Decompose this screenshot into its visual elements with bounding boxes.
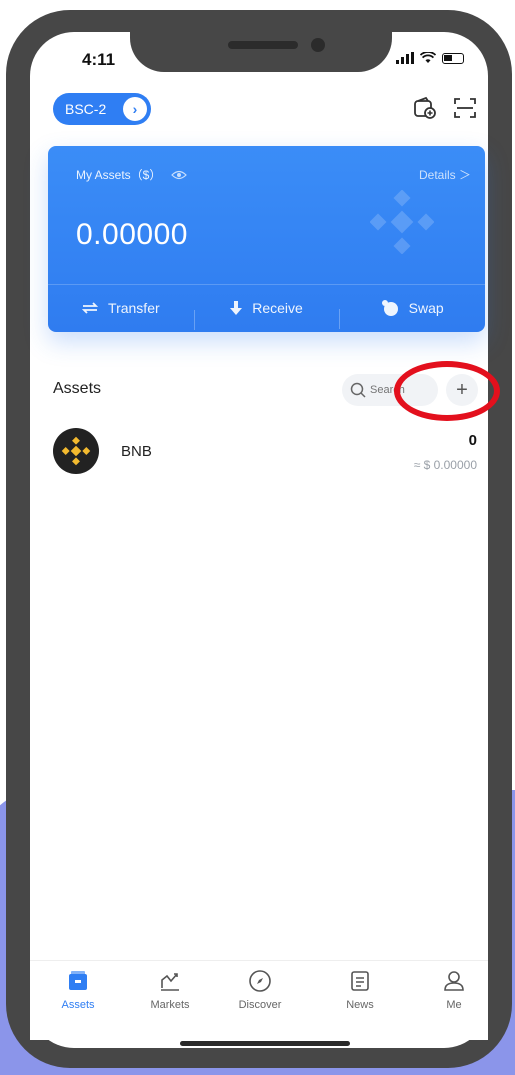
bnb-icon bbox=[61, 436, 91, 466]
network-selector[interactable]: BSC-2 › bbox=[53, 93, 151, 125]
compass-icon bbox=[249, 970, 271, 992]
eye-icon[interactable] bbox=[171, 170, 188, 180]
front-camera bbox=[311, 38, 325, 52]
news-icon bbox=[351, 971, 369, 991]
page-stage: 4:11 BSC-2 › My Assets（$） Details ＞ 0.00… bbox=[0, 0, 515, 1075]
nav-me-label: Me bbox=[446, 999, 462, 1011]
nav-assets-label: Assets bbox=[61, 999, 95, 1011]
token-balance: 0 bbox=[468, 432, 477, 449]
swap-icon bbox=[381, 300, 398, 316]
token-name: BNB bbox=[121, 443, 152, 460]
assets-card: My Assets（$） Details ＞ 0.00000 Transfer … bbox=[48, 146, 485, 332]
transfer-icon bbox=[82, 302, 99, 314]
scan-icon[interactable] bbox=[452, 95, 478, 121]
token-row-bnb[interactable]: BNB 0 ≈ $ 0.00000 bbox=[53, 428, 477, 478]
search-icon bbox=[350, 382, 366, 398]
nav-discover-label: Discover bbox=[238, 999, 282, 1011]
home-indicator bbox=[180, 1041, 350, 1046]
nav-assets[interactable]: Assets bbox=[38, 969, 118, 1011]
user-icon bbox=[444, 971, 464, 991]
receive-icon bbox=[230, 301, 243, 315]
wifi-icon bbox=[420, 52, 436, 63]
transfer-button[interactable]: Transfer bbox=[48, 300, 194, 316]
my-assets-label: My Assets（$） bbox=[76, 168, 162, 182]
transfer-label: Transfer bbox=[108, 300, 160, 316]
chart-icon bbox=[161, 973, 179, 991]
speaker-grille bbox=[228, 41, 298, 49]
swap-label: Swap bbox=[408, 300, 444, 316]
wallet-icon bbox=[69, 971, 87, 990]
nav-news-label: News bbox=[346, 999, 374, 1011]
swap-button[interactable]: Swap bbox=[339, 299, 485, 329]
signal-icon bbox=[396, 52, 414, 64]
nav-news[interactable]: News bbox=[320, 969, 400, 1011]
status-icons bbox=[396, 52, 464, 64]
card-actions: Transfer Receive Swap bbox=[48, 284, 485, 332]
assets-section-title: Assets bbox=[53, 380, 102, 397]
chevron-right-icon: › bbox=[123, 97, 147, 121]
nav-me[interactable]: Me bbox=[414, 969, 494, 1011]
total-balance: 0.00000 bbox=[76, 218, 188, 251]
status-time: 4:11 bbox=[82, 50, 116, 69]
details-link[interactable]: Details ＞ bbox=[419, 166, 471, 183]
bnb-watermark-icon bbox=[370, 190, 434, 254]
nav-markets[interactable]: Markets bbox=[130, 969, 210, 1011]
receive-label: Receive bbox=[252, 300, 303, 316]
nav-discover[interactable]: Discover bbox=[220, 969, 300, 1011]
receive-button[interactable]: Receive bbox=[193, 300, 340, 330]
wallet-add-icon[interactable] bbox=[412, 95, 438, 121]
token-fiat-value: ≈ $ 0.00000 bbox=[413, 458, 477, 472]
nav-markets-label: Markets bbox=[150, 999, 190, 1011]
highlight-circle bbox=[394, 361, 500, 421]
bnb-logo-icon bbox=[53, 428, 99, 474]
battery-icon bbox=[442, 52, 464, 64]
bottom-nav: Assets Markets Discover News Me bbox=[30, 960, 488, 1040]
network-label: BSC-2 bbox=[65, 101, 107, 117]
my-assets-label-row: My Assets（$） bbox=[76, 166, 188, 183]
